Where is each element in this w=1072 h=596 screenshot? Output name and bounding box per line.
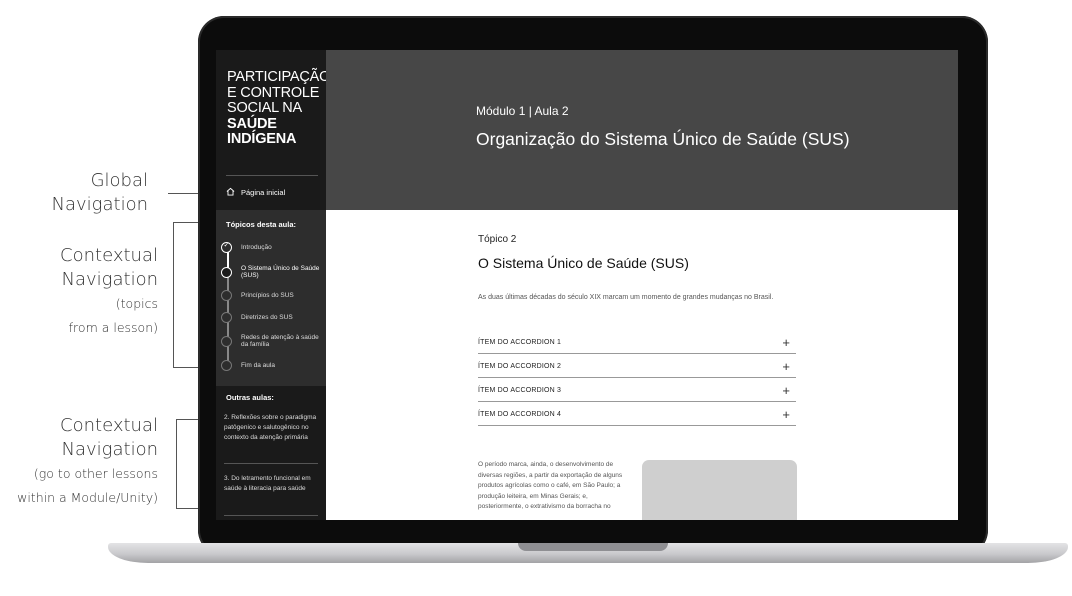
accordion-label: ÍTEM DO ACCORDION 1	[478, 338, 562, 346]
intro-text: As duas últimas décadas do século XIX ma…	[478, 294, 774, 301]
course-title-line: E CONTROLE	[227, 84, 320, 101]
lesson-content: Tópico 2 O Sistema Único de Saúde (SUS) …	[326, 210, 958, 520]
annotation-line: Navigation	[61, 269, 158, 290]
course-title: PARTICIPAÇÃO E CONTROLE SOCIAL NA SAÚDE …	[227, 69, 331, 148]
accordion-label: ÍTEM DO ACCORDION 4	[478, 410, 562, 418]
module-label: Módulo 1 | Aula 2	[476, 104, 569, 118]
plus-icon[interactable]: +	[782, 407, 790, 422]
topic-item-principios[interactable]: Princípios do SUS	[221, 290, 321, 301]
topic-label: Diretrizes do SUS	[241, 314, 293, 321]
topic-item-diretrizes[interactable]: Diretrizes do SUS	[221, 312, 321, 323]
plus-icon[interactable]: +	[782, 359, 790, 374]
topic-label: O Sistema Único de Saúde (SUS)	[241, 265, 320, 279]
check-icon	[221, 241, 232, 253]
annotation-global-navigation: Global Navigation	[52, 169, 148, 217]
topic-label: Redes de atenção à saúde da família	[241, 334, 319, 348]
topic-dot-icon	[221, 266, 232, 278]
topic-label: Fim da aula	[241, 362, 275, 369]
course-title-bold-line: INDÍGENA	[227, 131, 297, 147]
plus-icon[interactable]: +	[782, 383, 790, 398]
course-title-bold-line: SAÚDE	[227, 115, 277, 132]
annotation-line: Contextual	[60, 415, 158, 436]
home-link[interactable]: Página inicial	[226, 187, 285, 198]
home-icon	[226, 187, 235, 198]
topic-item-fim[interactable]: Fim da aula	[221, 360, 321, 371]
accordion-item[interactable]: ÍTEM DO ACCORDION 4 +	[478, 403, 796, 426]
annotation-contextual-lessons: Contextual Navigation (go to other lesso…	[17, 414, 158, 510]
topics-panel: Tópicos desta aula: Introdução O Sistema…	[216, 210, 326, 386]
other-lesson-link[interactable]: 3. Do letramento funcional em saúde à li…	[224, 474, 320, 494]
annotation-line: Global	[90, 170, 148, 191]
annotation-contextual-topics: Contextual Navigation (topics from a les…	[60, 244, 158, 340]
topic-label: Introdução	[241, 244, 272, 251]
other-lessons-title: Outras aulas:	[226, 393, 274, 402]
annotation-line: (topics	[115, 296, 158, 311]
body-paragraph: O período marca, ainda, o desenvolviment…	[478, 461, 623, 510]
topic-dot-icon	[221, 312, 232, 323]
annotation-line: (go to other lessons	[33, 466, 158, 481]
topic-item-sus[interactable]: O Sistema Único de Saúde (SUS)	[221, 265, 321, 279]
home-link-label: Página inicial	[241, 188, 286, 197]
laptop-screen: PARTICIPAÇÃO E CONTROLE SOCIAL NA SAÚDE …	[216, 50, 958, 520]
accordion-item[interactable]: ÍTEM DO ACCORDION 1 +	[478, 331, 796, 354]
lesson-title: Organização do Sistema Único de Saúde (S…	[476, 129, 850, 149]
plus-icon[interactable]: +	[782, 335, 790, 350]
laptop-notch	[518, 543, 668, 551]
sidebar: PARTICIPAÇÃO E CONTROLE SOCIAL NA SAÚDE …	[216, 50, 331, 520]
accordion-label: ÍTEM DO ACCORDION 2	[478, 362, 562, 370]
topic-dot-icon	[221, 290, 232, 301]
topics-title: Tópicos desta aula:	[226, 220, 297, 229]
other-lesson-link[interactable]: 2. Reflexões sobre o paradigma patôgenic…	[224, 413, 320, 443]
image-placeholder	[642, 460, 797, 520]
accordion-item[interactable]: ÍTEM DO ACCORDION 3 +	[478, 379, 796, 402]
topic-dot-icon	[221, 360, 232, 371]
lesson-header: Módulo 1 | Aula 2 Organização do Sistema…	[326, 50, 958, 210]
annotation-line: Navigation	[51, 194, 148, 215]
topic-label: Princípios do SUS	[241, 292, 294, 299]
accordion-label: ÍTEM DO ACCORDION 3	[478, 386, 562, 394]
sidebar-divider	[226, 175, 318, 176]
annotation-line: within a Module/Unity)	[17, 490, 158, 505]
annotation-line: Navigation	[61, 439, 158, 460]
topic-item-redes[interactable]: Redes de atenção à saúde da família	[221, 334, 321, 348]
topic-dot-icon	[221, 335, 232, 347]
annotation-line: from a lesson)	[68, 320, 158, 335]
topic-number: Tópico 2	[478, 234, 517, 245]
topic-item-introducao[interactable]: Introdução	[221, 241, 321, 253]
annotation-line: Contextual	[60, 245, 158, 266]
topic-title: O Sistema Único de Saúde (SUS)	[478, 255, 689, 271]
course-title-line: SOCIAL NA	[227, 100, 303, 116]
other-lesson-divider	[224, 515, 318, 516]
course-title-line: PARTICIPAÇÃO	[227, 69, 331, 85]
accordion-item[interactable]: ÍTEM DO ACCORDION 2 +	[478, 355, 796, 378]
other-lesson-divider	[224, 463, 318, 464]
